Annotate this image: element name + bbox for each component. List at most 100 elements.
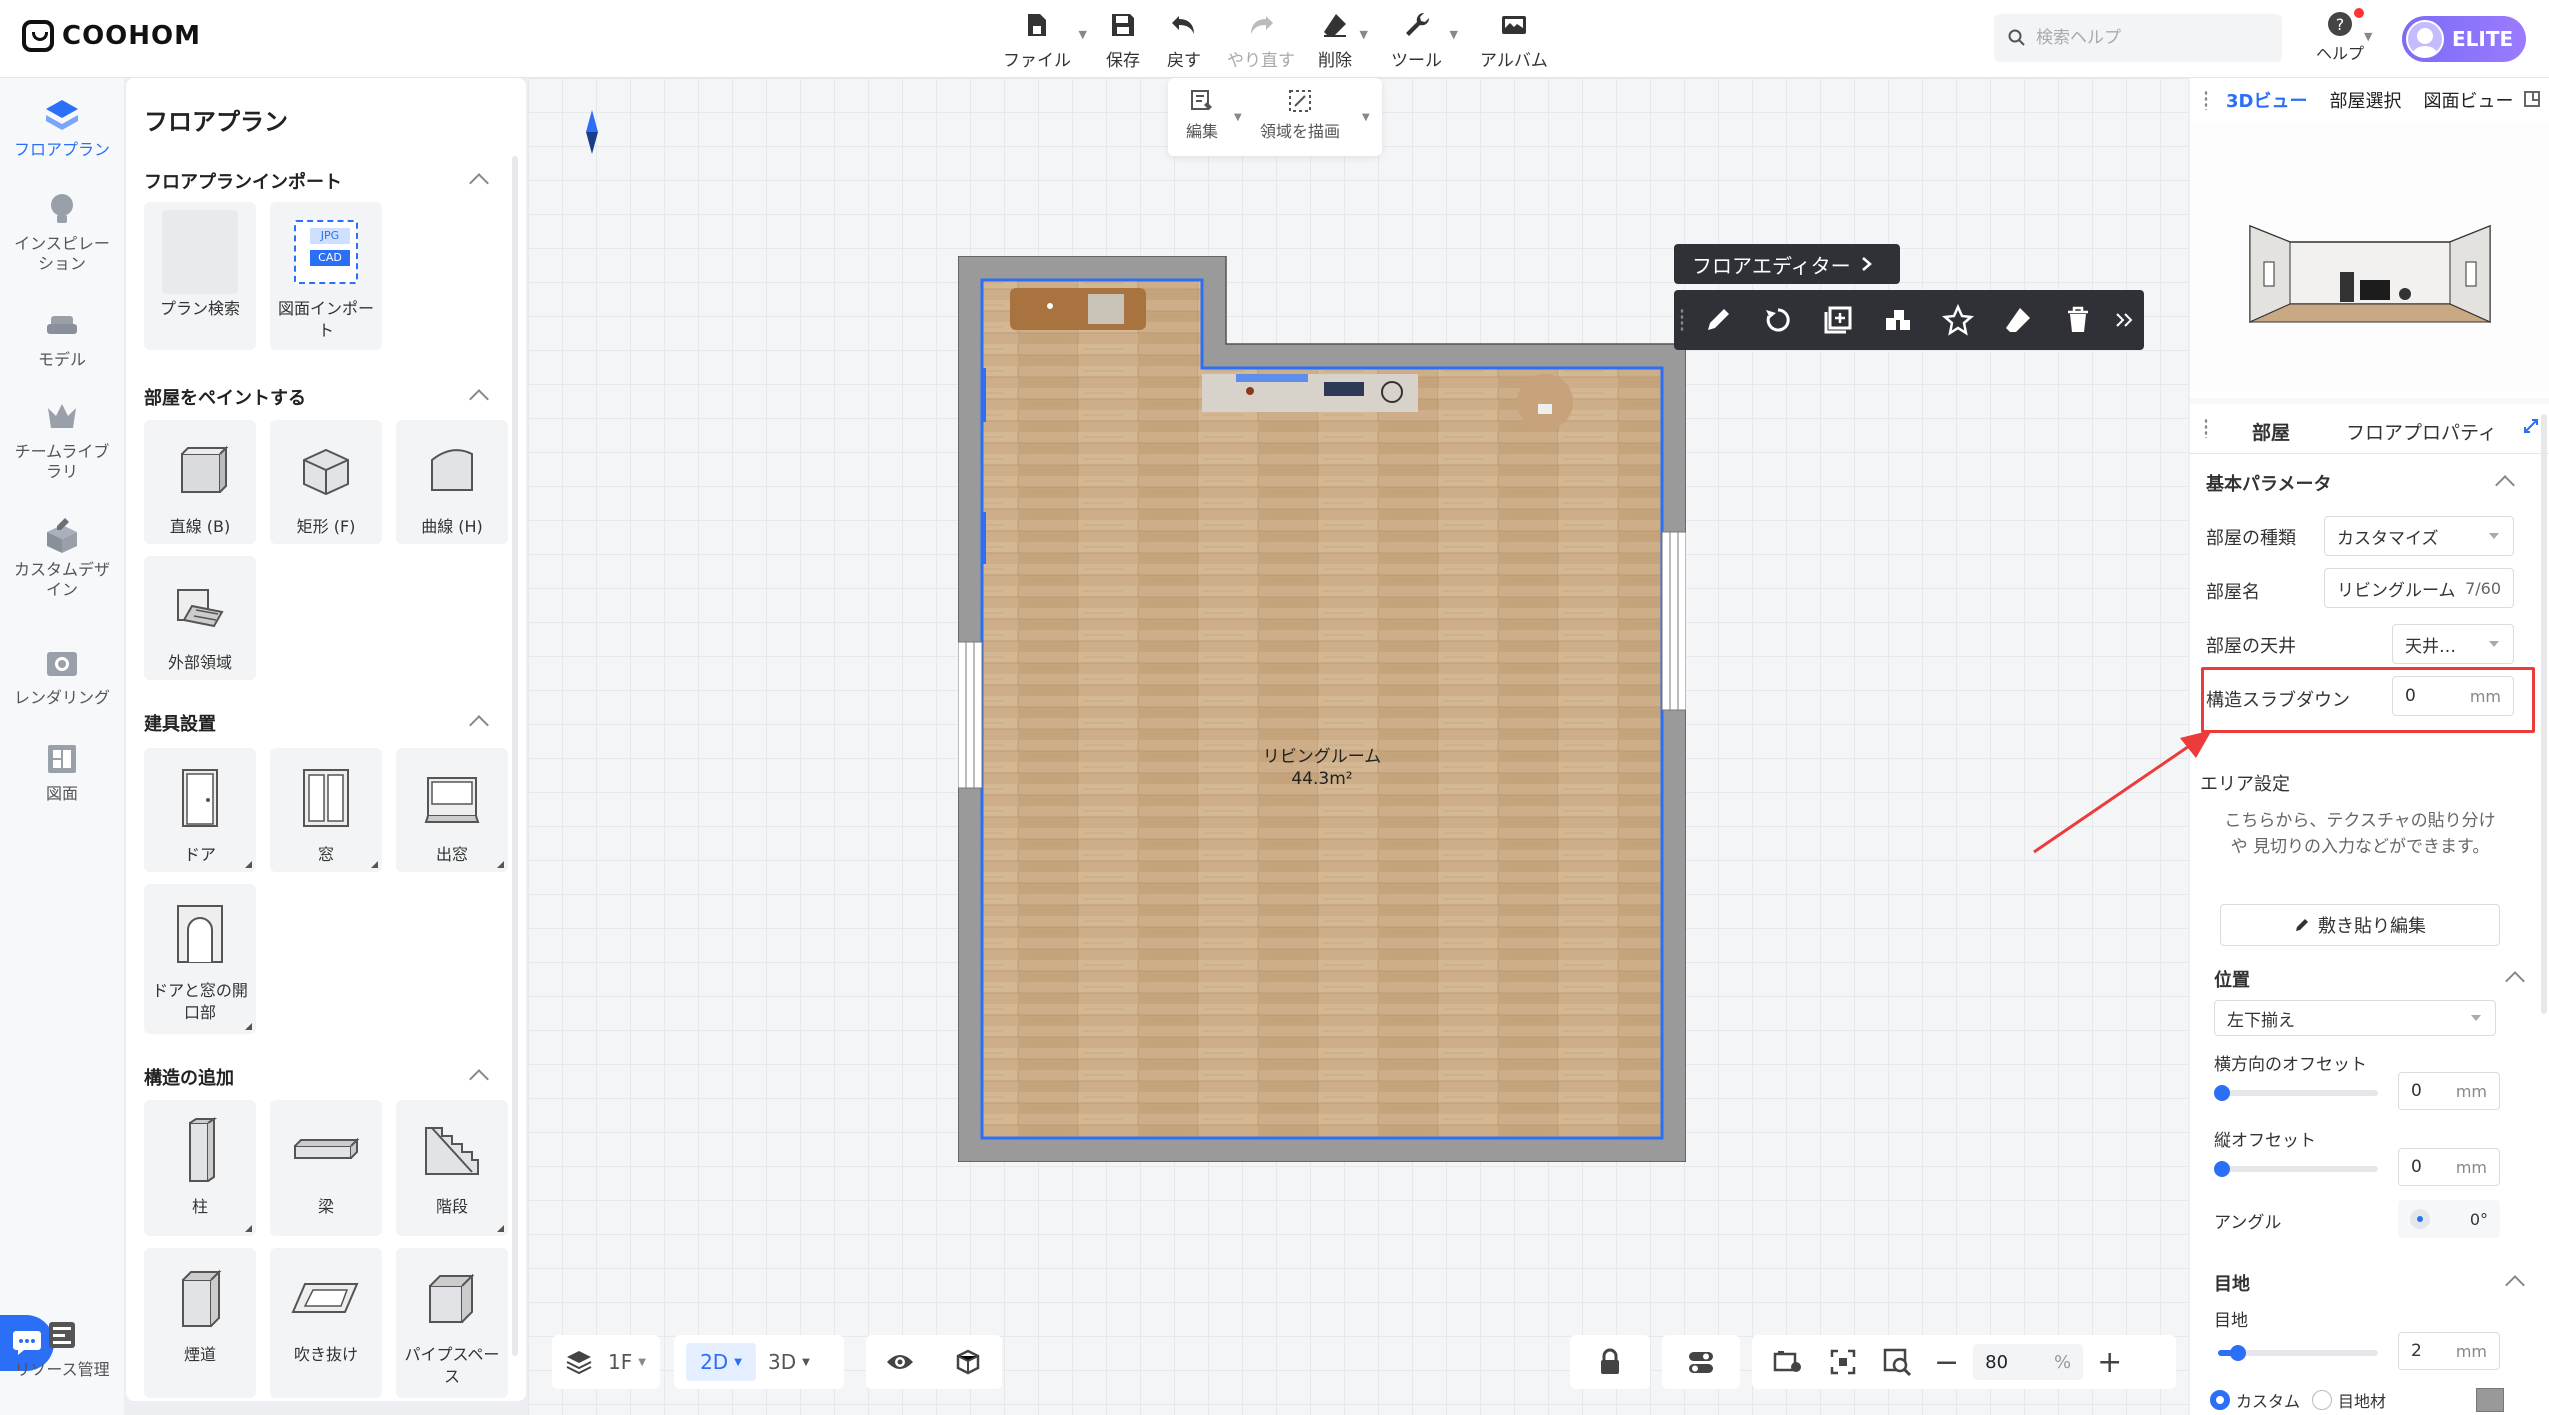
pipe-space-card[interactable]: パイプスペース <box>396 1248 508 1398</box>
properties-scrollbar[interactable] <box>2541 414 2547 1014</box>
v-offset-slider[interactable] <box>2214 1161 2378 1177</box>
tools-menu-button[interactable]: ツール ▼ <box>1391 10 1458 71</box>
draw-area-button[interactable]: 領域を描画 <box>1260 88 1340 142</box>
pencil-icon[interactable] <box>1700 302 1736 338</box>
drag-handle-icon[interactable] <box>1680 308 1684 332</box>
door-card[interactable]: ドア <box>144 748 256 872</box>
zoom-input[interactable]: 80 % <box>1973 1344 2084 1380</box>
double-chevron-right-icon[interactable] <box>2114 302 2134 338</box>
chevron-up-icon[interactable] <box>2505 1275 2525 1295</box>
nav-inspiration[interactable]: インスピレーション <box>0 190 124 274</box>
help-search[interactable] <box>1994 14 2282 62</box>
opening-card[interactable]: ドアと窓の開口部 <box>144 884 256 1034</box>
flue-card[interactable]: 煙道 <box>144 1248 256 1398</box>
lock-button[interactable] <box>1570 1335 1650 1389</box>
h-offset-input[interactable]: 0 mm <box>2398 1072 2500 1110</box>
undo-button[interactable]: 戻す <box>1167 10 1201 71</box>
bay-window-card[interactable]: 出窓 <box>396 748 508 872</box>
paint-line-card[interactable]: 直線 (B) <box>144 420 256 544</box>
edit-paving-button[interactable]: 敷き貼り編集 <box>2220 904 2500 946</box>
view-2d-button[interactable]: 2D ▼ <box>686 1343 756 1381</box>
beam-card[interactable]: 梁 <box>270 1100 382 1236</box>
round-table[interactable] <box>1517 374 1573 430</box>
redo-button[interactable]: やり直す <box>1227 10 1295 71</box>
compass-icon[interactable] <box>586 110 598 154</box>
collapse-panel-icon[interactable] <box>2523 90 2541 108</box>
angle-dial-icon[interactable] <box>2410 1209 2430 1229</box>
tv-console[interactable] <box>1202 374 1418 412</box>
tab-drawing-view[interactable]: 図面ビュー <box>2423 87 2513 113</box>
user-avatar[interactable]: ELITE <box>2402 16 2526 62</box>
ceiling-select[interactable]: 天井… <box>2392 624 2514 664</box>
drawing-import-card[interactable]: JPG CAD 図面インポート <box>270 202 382 350</box>
fit-screen-icon[interactable] <box>1828 1347 1858 1377</box>
nav-resource-management[interactable]: リソース管理 <box>0 1316 124 1380</box>
nav-rendering[interactable]: レンダリング <box>0 644 124 708</box>
room-type-select[interactable]: カスタマイズ <box>2324 516 2514 556</box>
room-label[interactable]: リビングルーム 44.3m² <box>958 746 1686 790</box>
floor-selector[interactable]: 1F ▼ <box>552 1335 660 1389</box>
help-button[interactable]: ? ヘルプ <box>2316 8 2365 64</box>
drag-handle-icon[interactable] <box>2204 418 2208 438</box>
nav-floorplan[interactable]: フロアプラン <box>0 96 124 160</box>
3d-preview[interactable] <box>2190 122 2549 392</box>
angle-input[interactable]: 0° <box>2398 1200 2500 1238</box>
tab-room[interactable]: 部屋 <box>2252 418 2290 445</box>
paint-curve-card[interactable]: 曲線 (H) <box>396 420 508 544</box>
rotate-icon[interactable] <box>1760 302 1796 338</box>
v-offset-input[interactable]: 0 mm <box>2398 1148 2500 1186</box>
panel-scrollbar[interactable] <box>512 156 518 1356</box>
chevron-up-icon[interactable] <box>469 173 489 193</box>
nav-custom-design[interactable]: カスタムデザイン <box>0 516 124 600</box>
edit-button[interactable]: 編集 <box>1186 88 1218 142</box>
stairs-card[interactable]: 階段 <box>396 1100 508 1236</box>
cube-view-icon[interactable] <box>953 1347 983 1377</box>
nav-drawing[interactable]: 図面 <box>0 740 124 804</box>
album-button[interactable]: アルバム <box>1480 10 1548 71</box>
plan-search-card[interactable]: プラン検索 <box>144 202 256 350</box>
room-name-input[interactable]: リビングルーム 7/60 <box>2324 568 2514 608</box>
chevron-down-icon[interactable]: ▼ <box>1362 112 1370 123</box>
group-icon[interactable] <box>1880 302 1916 338</box>
outdoor-area-card[interactable]: 外部領域 <box>144 556 256 680</box>
eraser-icon[interactable] <box>2000 302 2036 338</box>
chevron-down-icon[interactable]: ▼ <box>1234 112 1242 123</box>
floor-plan[interactable]: リビングルーム 44.3m² <box>957 255 1687 1163</box>
tab-3d-view[interactable]: 3Dビュー <box>2226 87 2307 113</box>
sideboard[interactable] <box>1010 288 1146 330</box>
nav-model[interactable]: モデル <box>0 306 124 370</box>
trash-icon[interactable] <box>2060 302 2096 338</box>
coohom-logo[interactable]: COOHOM <box>22 20 201 52</box>
chevron-up-icon[interactable] <box>2505 971 2525 991</box>
camera-settings-icon[interactable] <box>1772 1347 1804 1377</box>
h-offset-slider[interactable] <box>2214 1085 2378 1101</box>
zoom-out-button[interactable]: − <box>1934 1345 1959 1380</box>
expand-icon[interactable] <box>2523 418 2539 434</box>
radio-custom[interactable] <box>2210 1390 2230 1410</box>
zoom-in-button[interactable]: + <box>2097 1345 2122 1380</box>
floor-editor-button[interactable]: フロアエディター <box>1674 244 1900 284</box>
chevron-up-icon[interactable] <box>469 715 489 735</box>
joint-color-swatch[interactable] <box>2476 1388 2504 1412</box>
radio-joint-material[interactable] <box>2312 1390 2333 1410</box>
duplicate-icon[interactable] <box>1820 302 1856 338</box>
chevron-up-icon[interactable] <box>469 1069 489 1089</box>
star-icon[interactable] <box>1940 302 1976 338</box>
align-select[interactable]: 左下揃え <box>2214 1000 2496 1036</box>
nav-team-library[interactable]: チームライブラリ <box>0 398 124 482</box>
window-right[interactable] <box>1661 531 1687 711</box>
chevron-down-icon[interactable]: ▼ <box>2364 30 2372 43</box>
joint-input[interactable]: 2 mm <box>2398 1332 2500 1370</box>
file-menu-button[interactable]: ファイル ▼ <box>1003 10 1087 71</box>
slider-knob[interactable] <box>2214 1161 2230 1177</box>
void-card[interactable]: 吹き抜け <box>270 1248 382 1398</box>
slider-knob[interactable] <box>2214 1085 2230 1101</box>
chevron-up-icon[interactable] <box>469 389 489 409</box>
toggle-settings-button[interactable] <box>1662 1335 1740 1389</box>
eye-icon[interactable] <box>885 1347 915 1377</box>
tab-floor-properties[interactable]: フロアプロパティ <box>2346 418 2497 445</box>
chevron-up-icon[interactable] <box>2495 475 2515 495</box>
view-3d-button[interactable]: 3D ▼ <box>768 1350 810 1374</box>
paint-rect-card[interactable]: 矩形 (F) <box>270 420 382 544</box>
joint-slider[interactable] <box>2218 1345 2378 1361</box>
